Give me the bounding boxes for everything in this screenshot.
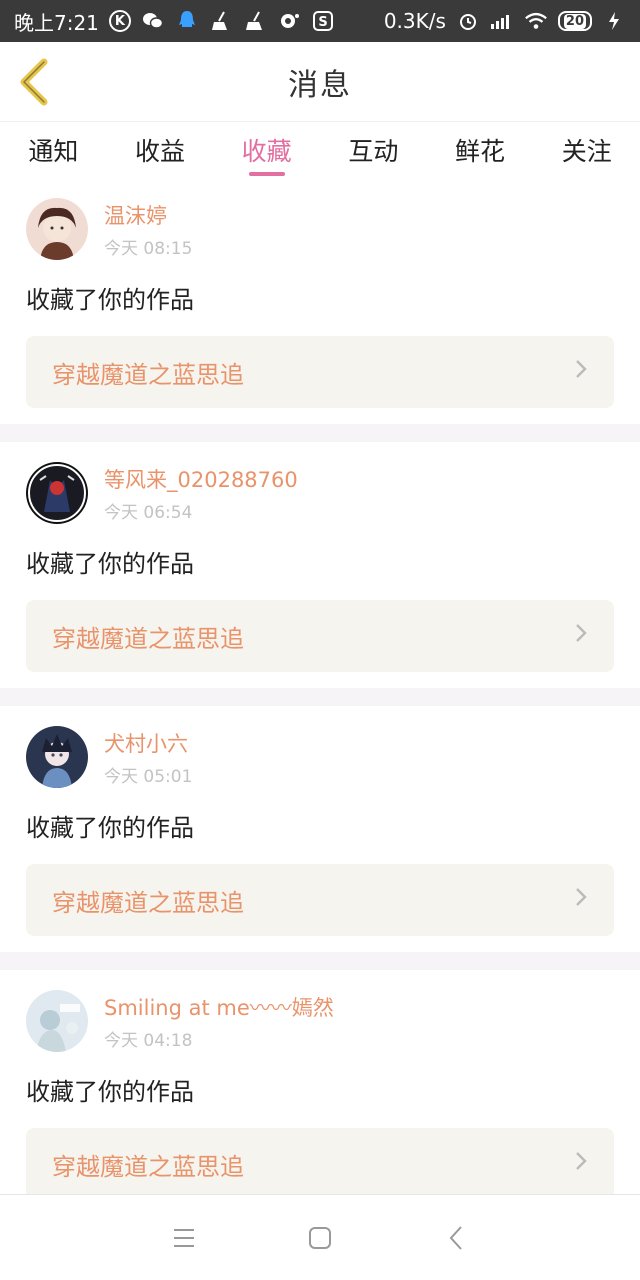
avatar[interactable] [26, 198, 88, 260]
message-tabs: 通知 收益 收藏 互动 鲜花 关注 [0, 122, 640, 178]
work-card[interactable]: 穿越魔道之蓝思追 [26, 1128, 614, 1200]
k-icon: K [108, 10, 131, 32]
username[interactable]: 犬村小六 [104, 728, 192, 758]
status-time: 晚上7:21 [14, 10, 99, 35]
tab-favorites[interactable]: 收藏 [213, 122, 320, 178]
alarm-icon [456, 9, 480, 33]
chevron-right-icon [574, 621, 588, 651]
timestamp: 今天 05:01 [104, 766, 193, 787]
avatar[interactable] [26, 726, 88, 788]
wechat-icon [141, 9, 165, 33]
tab-follow[interactable]: 关注 [533, 122, 640, 178]
wifi-icon [524, 9, 548, 33]
list-item: 犬村小六 今天 05:01 收藏了你的作品 穿越魔道之蓝思追 [0, 706, 640, 970]
broom-icon-2 [243, 9, 267, 33]
system-back-button[interactable] [438, 1220, 474, 1256]
work-card[interactable]: 穿越魔道之蓝思追 [26, 336, 614, 408]
chevron-right-icon [574, 885, 588, 915]
charging-icon [602, 9, 626, 33]
timestamp: 今天 04:18 [104, 1030, 193, 1051]
qq-icon [175, 9, 199, 33]
work-title: 穿越魔道之蓝思追 [52, 1152, 244, 1181]
menu-button[interactable] [166, 1220, 202, 1256]
action-text: 收藏了你的作品 [26, 814, 194, 842]
svg-text:S: S [318, 15, 327, 30]
battery-level: 20 [563, 13, 586, 29]
back-chevron-icon [20, 58, 48, 106]
divider [0, 952, 640, 970]
tab-flowers[interactable]: 鲜花 [427, 122, 534, 178]
timestamp: 今天 08:15 [104, 238, 193, 259]
work-title: 穿越魔道之蓝思追 [52, 624, 244, 653]
battery-icon: 20 [557, 11, 592, 31]
network-speed: 0.3K/s [383, 9, 446, 33]
username[interactable]: Smiling at me〰〰嫣然 [104, 992, 334, 1022]
action-text: 收藏了你的作品 [26, 550, 194, 578]
work-title: 穿越魔道之蓝思追 [52, 360, 244, 389]
back-arrow-icon [449, 1225, 462, 1250]
work-card[interactable]: 穿越魔道之蓝思追 [26, 864, 614, 936]
status-bar: 晚上7:21 K S 0.3K/s 20 [0, 0, 640, 42]
avatar[interactable] [26, 990, 88, 1052]
tab-earnings[interactable]: 收益 [107, 122, 214, 178]
divider [0, 424, 640, 442]
avatar[interactable] [26, 462, 88, 524]
s-icon: S [311, 9, 335, 33]
app-header: 消息 [0, 42, 640, 122]
tab-interaction[interactable]: 互动 [320, 122, 427, 178]
home-square-icon [309, 1226, 331, 1249]
camera-dot-icon [277, 9, 301, 33]
work-card[interactable]: 穿越魔道之蓝思追 [26, 600, 614, 672]
divider [0, 688, 640, 706]
home-button[interactable] [302, 1220, 338, 1256]
favorites-feed: 温沫婷 今天 08:15 收藏了你的作品 穿越魔道之蓝思追 等风来_020288 [0, 178, 640, 1200]
broom-icon [209, 9, 233, 33]
username[interactable]: 等风来_020288760 [104, 464, 298, 494]
action-text: 收藏了你的作品 [26, 1078, 194, 1106]
back-button[interactable] [14, 56, 54, 108]
menu-icon [174, 1228, 194, 1247]
list-item: Smiling at me〰〰嫣然 今天 04:18 收藏了你的作品 穿越魔道之… [0, 970, 640, 1200]
tab-notify[interactable]: 通知 [0, 122, 107, 178]
system-nav-bar [0, 1194, 640, 1280]
page-title: 消息 [288, 67, 352, 103]
list-item: 温沫婷 今天 08:15 收藏了你的作品 穿越魔道之蓝思追 [0, 178, 640, 442]
chevron-right-icon [574, 357, 588, 387]
work-title: 穿越魔道之蓝思追 [52, 888, 244, 917]
username[interactable]: 温沫婷 [104, 200, 192, 230]
action-text: 收藏了你的作品 [26, 286, 194, 314]
chevron-right-icon [574, 1149, 588, 1179]
timestamp: 今天 06:54 [104, 502, 193, 523]
list-item: 等风来_020288760 今天 06:54 收藏了你的作品 穿越魔道之蓝思追 [0, 442, 640, 706]
signal-icon [490, 9, 514, 33]
